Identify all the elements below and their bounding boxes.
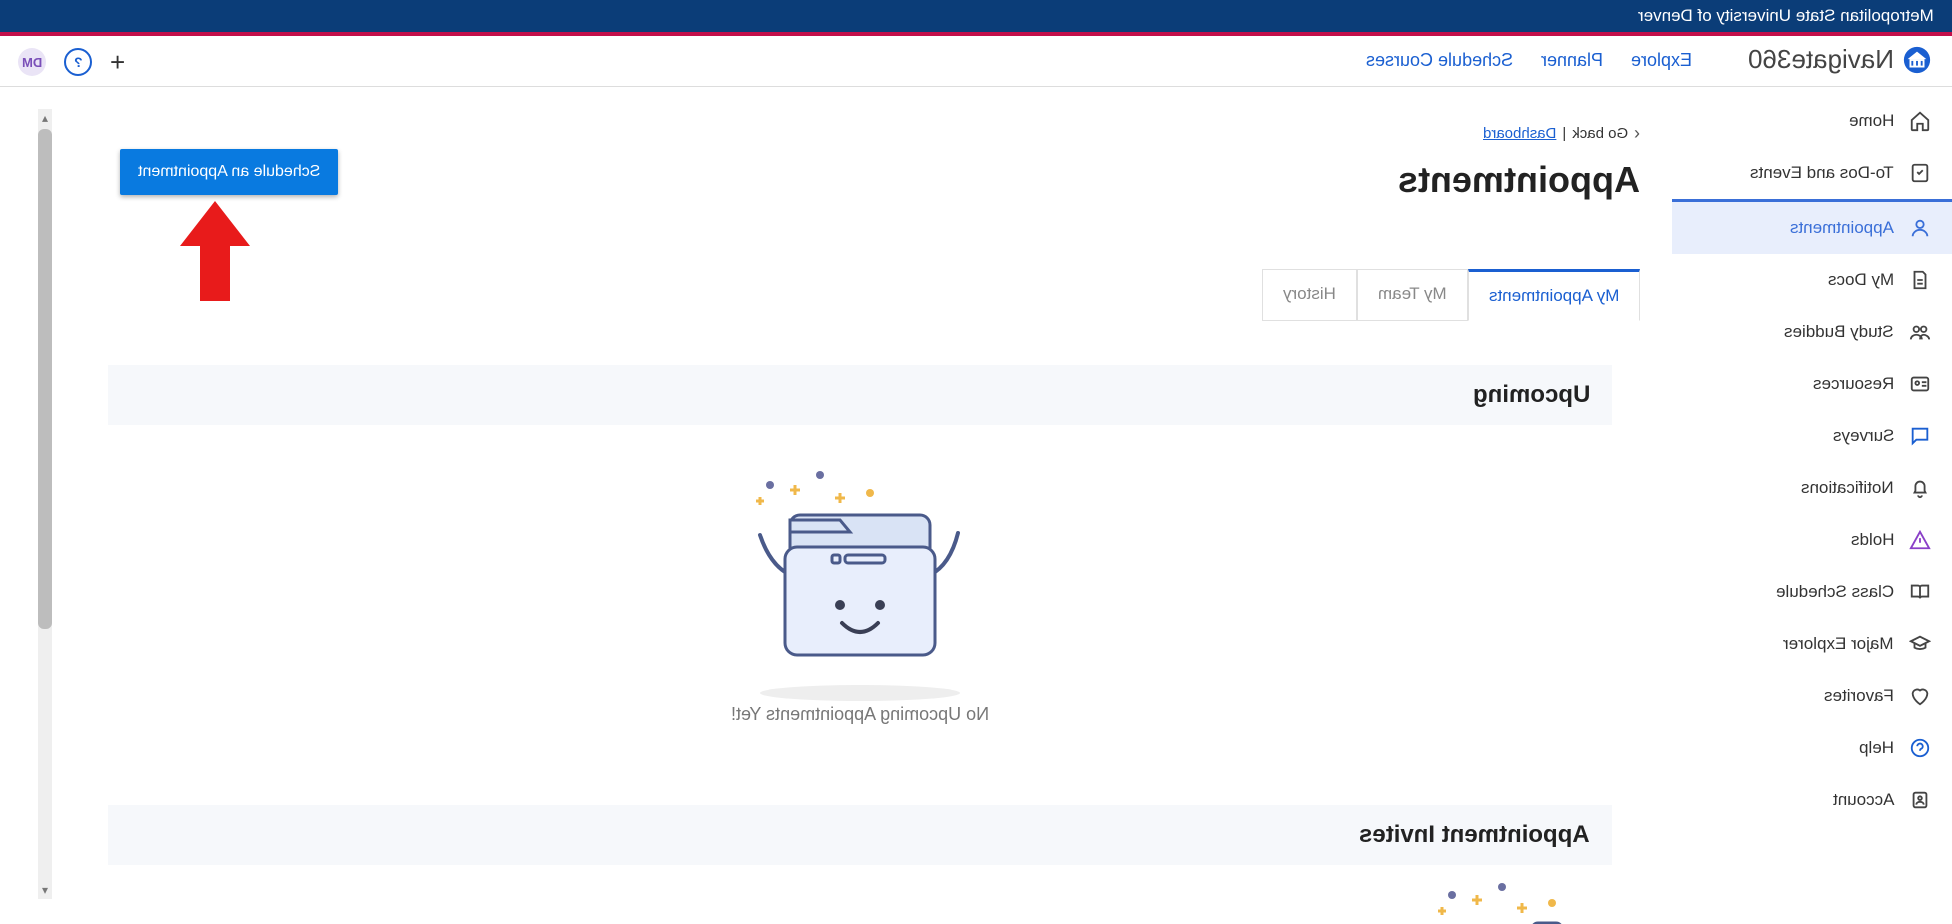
sidebar-item-docs[interactable]: My Docs (1672, 254, 1952, 306)
heart-icon (1908, 684, 1932, 708)
chevron-right-icon: › (1634, 123, 1640, 144)
section-header: Upcoming (108, 365, 1612, 425)
sidebar-item-label: My Docs (1828, 270, 1894, 290)
breadcrumb: Go back | Dashboard › (1483, 123, 1640, 144)
sidebar-item-label: Holds (1851, 530, 1894, 550)
sidebar-item-holds[interactable]: Holds (1672, 514, 1952, 566)
scroll-up-icon[interactable]: ▴ (38, 111, 52, 125)
section-title: Appointment Invites (1359, 821, 1590, 849)
nav-link-explore[interactable]: Explore (1631, 50, 1692, 71)
org-name: Metropolitan State University of Denver (1638, 6, 1934, 26)
sidebar-item-label: Notifications (1801, 478, 1894, 498)
sidebar-item-help[interactable]: Help (1672, 722, 1952, 774)
section-title: Upcoming (1473, 381, 1590, 409)
sidebar-item-label: Favorites (1824, 686, 1894, 706)
warning-icon (1908, 528, 1932, 552)
people-icon (1908, 320, 1932, 344)
tab-my-appointments[interactable]: My Appointments (1468, 269, 1640, 321)
go-back-label: Go back | Dashboard (1483, 125, 1628, 142)
bell-icon (1908, 476, 1932, 500)
help-circle-icon (1908, 736, 1932, 760)
sidebar-item-account[interactable]: Account (1672, 774, 1952, 826)
tabs: My Appointments My Team History (1262, 269, 1640, 321)
graduation-cap-icon (1908, 632, 1932, 656)
top-nav: Navigate360 Explore Planner Schedule Cou… (0, 36, 1952, 87)
sidebar-item-label: Surveys (1833, 426, 1894, 446)
person-icon (1908, 216, 1932, 240)
sidebar-item-resources[interactable]: Resources (1672, 358, 1952, 410)
tab-my-team[interactable]: My Team (1357, 269, 1468, 321)
sidebar-item-surveys[interactable]: Surveys (1672, 410, 1952, 462)
avatar[interactable]: DM (18, 48, 46, 76)
main-area: Home To-Dos and Events Appointments My D… (0, 87, 1952, 924)
sidebar-item-class-schedule[interactable]: Class Schedule (1672, 566, 1952, 618)
page-title: Appointments (1398, 159, 1640, 201)
empty-state: No Upcoming Appointments Yet! (108, 425, 1612, 725)
sidebar-item-label: Appointments (1790, 218, 1894, 238)
account-icon (1908, 788, 1932, 812)
sidebar-item-notifications[interactable]: Notifications (1672, 462, 1952, 514)
sidebar-item-label: Help (1859, 738, 1894, 758)
brand-icon (1902, 45, 1932, 75)
breadcrumb-link[interactable]: Dashboard (1483, 125, 1556, 142)
sidebar-item-label: Resources (1813, 374, 1894, 394)
nav-links: Explore Planner Schedule Courses (1366, 50, 1692, 71)
sidebar-item-home[interactable]: Home (1672, 95, 1952, 147)
nav-link-schedule[interactable]: Schedule Courses (1366, 50, 1513, 71)
schedule-appointment-button[interactable]: Schedule an Appointment (120, 149, 338, 195)
org-banner: Metropolitan State University of Denver (0, 0, 1952, 36)
brand[interactable]: Navigate360 (1748, 44, 1932, 75)
scroll-down-icon[interactable]: ▾ (38, 883, 52, 897)
sidebar-item-favorites[interactable]: Favorites (1672, 670, 1952, 722)
sidebar: Home To-Dos and Events Appointments My D… (1672, 95, 1952, 826)
sidebar-item-label: Class Schedule (1776, 582, 1894, 602)
sidebar-item-label: Home (1849, 111, 1894, 131)
sidebar-item-label: To-Dos and Events (1750, 163, 1894, 183)
sidebar-item-study-buddies[interactable]: Study Buddies (1672, 306, 1952, 358)
brand-label: Navigate360 (1748, 44, 1894, 75)
sidebar-item-label: Account (1833, 790, 1894, 810)
add-button[interactable]: + (110, 49, 125, 75)
sparkles-icon (1412, 875, 1612, 924)
empty-message: No Upcoming Appointments Yet! (108, 704, 1612, 725)
tab-history[interactable]: History (1262, 269, 1357, 321)
chat-icon (1908, 424, 1932, 448)
annotation-arrow-icon (180, 201, 250, 301)
scrollbar[interactable]: ▴ ▾ (38, 109, 52, 899)
id-card-icon (1908, 372, 1932, 396)
document-icon (1908, 268, 1932, 292)
section-upcoming: Upcoming (80, 341, 1640, 759)
section-header: Appointment Invites (108, 805, 1612, 865)
nav-link-planner[interactable]: Planner (1541, 50, 1603, 71)
content-panel: ▴ ▾ Go back | Dashboard › Appointments S… (30, 101, 1670, 911)
sidebar-item-appointments[interactable]: Appointments (1672, 199, 1952, 254)
shadow-icon (760, 685, 960, 701)
checklist-icon (1908, 161, 1932, 185)
empty-folder-icon (730, 465, 990, 685)
sidebar-item-label: Study Buddies (1784, 322, 1894, 342)
open-book-icon (1908, 580, 1932, 604)
section-invites: Appointment Invites (80, 781, 1640, 924)
sidebar-item-major-explorer[interactable]: Major Explorer (1672, 618, 1952, 670)
help-icon[interactable]: ? (64, 48, 92, 76)
sidebar-item-todos[interactable]: To-Dos and Events (1672, 147, 1952, 199)
sidebar-item-label: Major Explorer (1783, 634, 1894, 654)
nav-utility: DM ? + (18, 48, 125, 76)
scroll-thumb[interactable] (38, 129, 52, 629)
home-icon (1908, 109, 1932, 133)
